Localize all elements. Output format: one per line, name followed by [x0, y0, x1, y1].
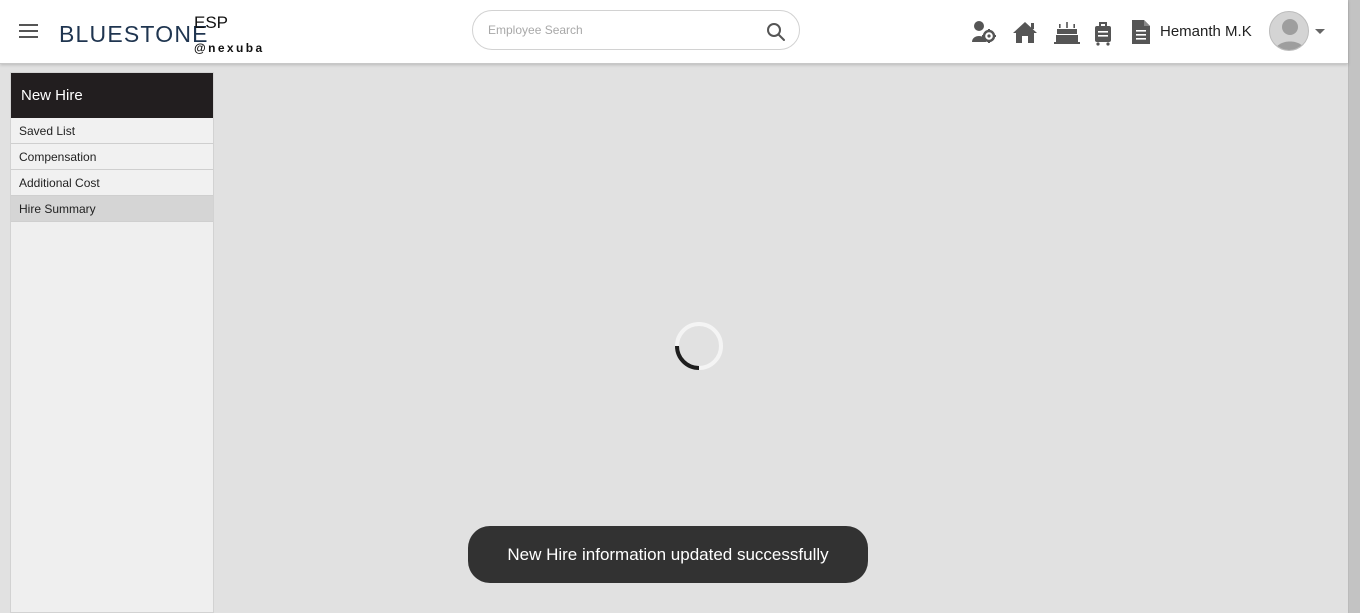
- birthday-cake-icon[interactable]: [1054, 18, 1080, 46]
- brand-logo: BLUESTONE: [59, 21, 209, 47]
- chevron-down-icon[interactable]: [1315, 29, 1325, 34]
- avatar[interactable]: [1269, 11, 1309, 51]
- document-icon[interactable]: [1128, 18, 1154, 46]
- page-scrollbar[interactable]: [1348, 0, 1360, 613]
- sidebar-item-compensation[interactable]: Compensation: [11, 144, 213, 170]
- user-avatar-icon: [1275, 19, 1305, 50]
- brand-tagline: @nexuba: [194, 41, 265, 55]
- home-icon[interactable]: [1012, 18, 1038, 46]
- product-name: ESP: [194, 13, 229, 32]
- sidebar-item-saved-list[interactable]: Saved List: [11, 118, 213, 144]
- employee-search-input[interactable]: [488, 20, 758, 40]
- sidebar: New Hire Saved List Compensation Additio…: [10, 72, 214, 613]
- sidebar-item-additional-cost[interactable]: Additional Cost: [11, 170, 213, 196]
- sidebar-title: New Hire: [11, 73, 213, 118]
- search-icon[interactable]: [766, 22, 786, 42]
- success-toast: New Hire information updated successfull…: [468, 526, 868, 583]
- team-settings-icon[interactable]: [970, 18, 996, 46]
- scrollbar-thumb[interactable]: [1348, 0, 1360, 613]
- luggage-icon[interactable]: [1090, 18, 1116, 46]
- top-header: BLUESTONE ESP @nexuba Employee Search He…: [0, 0, 1348, 64]
- sidebar-item-hire-summary[interactable]: Hire Summary: [11, 196, 213, 222]
- hamburger-menu-icon[interactable]: [19, 22, 41, 40]
- loading-spinner-icon: [675, 322, 723, 370]
- employee-search: [472, 10, 800, 50]
- user-name[interactable]: Hemanth M.K: [1160, 23, 1252, 41]
